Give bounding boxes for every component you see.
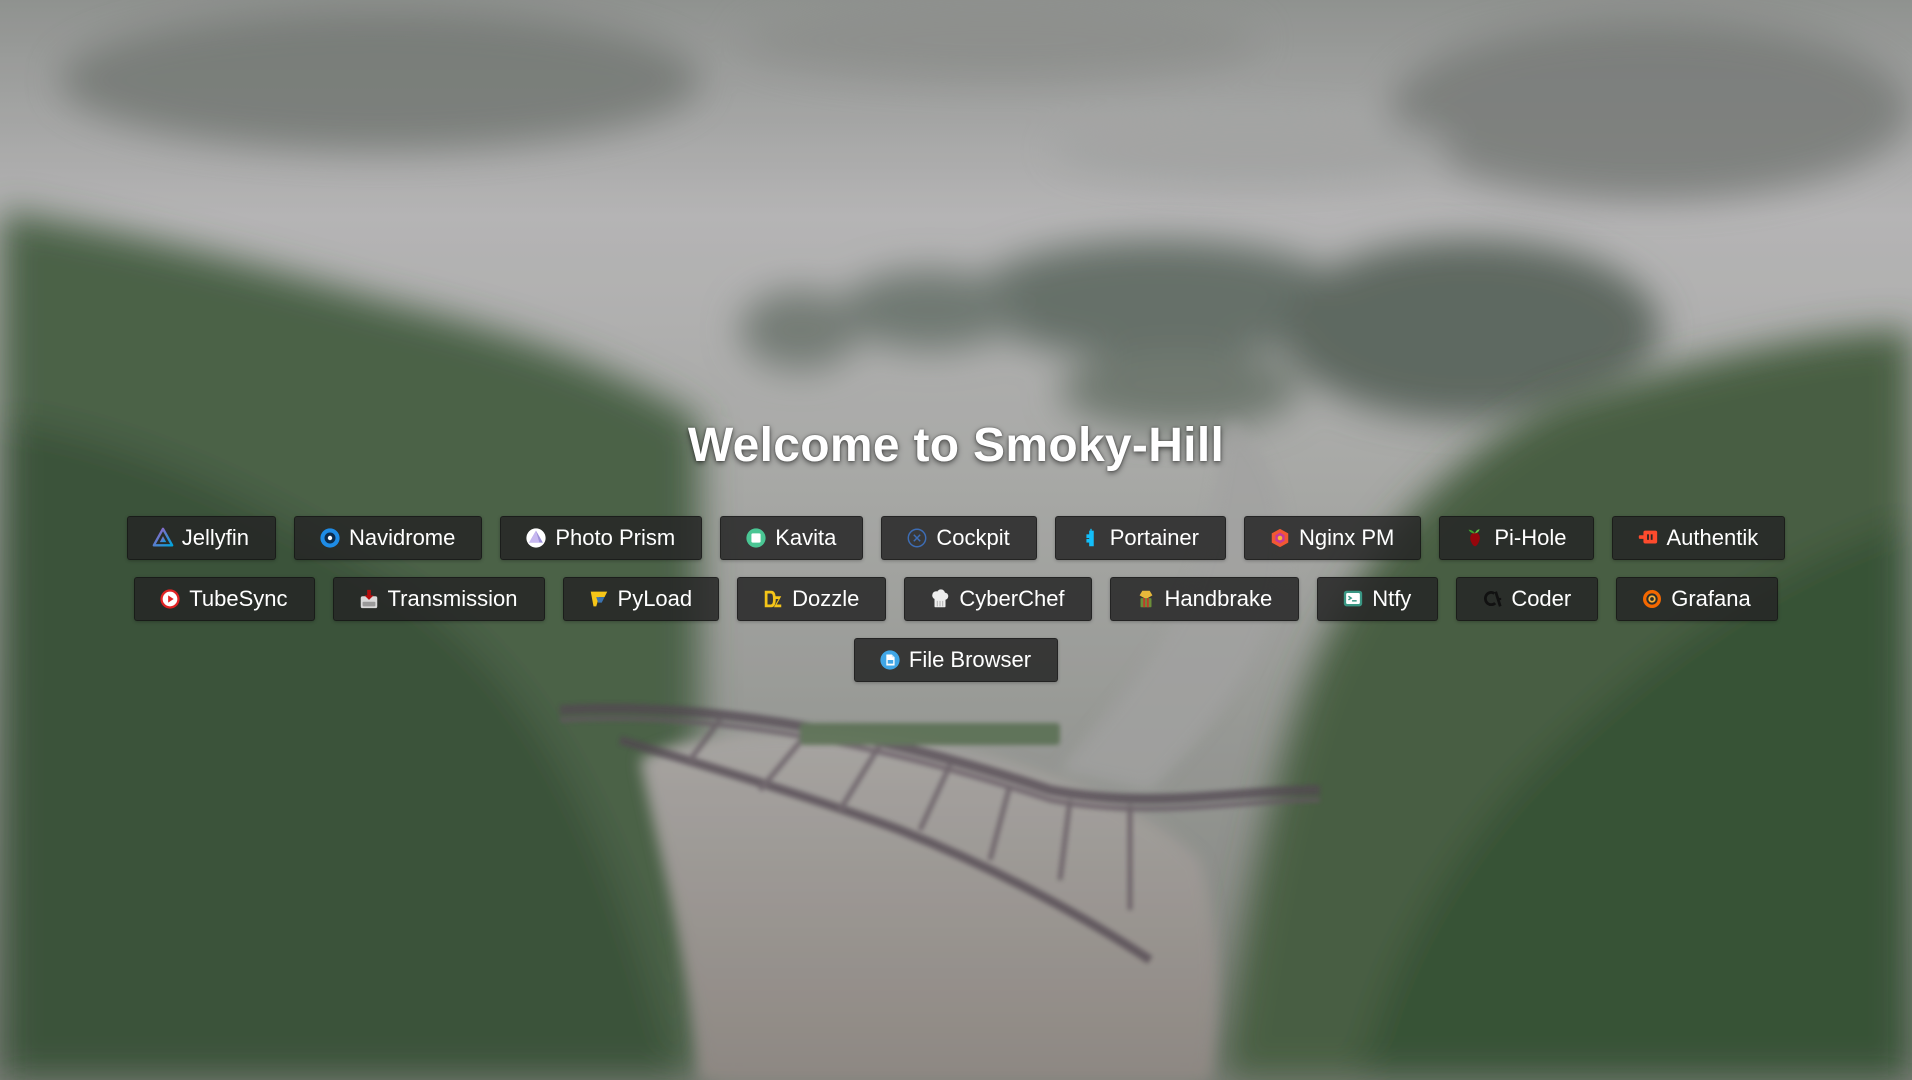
app-label: Photo Prism: [555, 525, 676, 550]
app-label: Pi-Hole: [1494, 525, 1567, 550]
app-label: Grafana: [1671, 586, 1751, 611]
coder-icon: [1481, 588, 1503, 610]
app-link-pyload[interactable]: PyLoad: [562, 577, 720, 621]
app-label: Dozzle: [792, 586, 860, 611]
transmission-icon: [358, 588, 380, 610]
app-link-transmission[interactable]: Transmission: [332, 577, 545, 621]
photoprism-icon: [525, 527, 547, 549]
app-label: TubeSync: [189, 586, 288, 611]
app-link-ntfy[interactable]: Ntfy: [1317, 577, 1439, 621]
app-link-navidrome[interactable]: Navidrome: [294, 516, 483, 560]
app-link-handbrake[interactable]: Handbrake: [1109, 577, 1300, 621]
app-link-jellyfin[interactable]: Jellyfin: [126, 516, 276, 560]
pihole-icon: [1464, 527, 1486, 549]
cyberchef-icon: [929, 588, 951, 610]
filebrowser-icon: [879, 649, 901, 671]
kavita-icon: [745, 527, 767, 549]
app-link-portainer[interactable]: Portainer: [1054, 516, 1226, 560]
portainer-icon: [1080, 527, 1102, 549]
app-label: Portainer: [1109, 525, 1199, 550]
grafana-icon: [1641, 588, 1663, 610]
cockpit-icon: [906, 527, 928, 549]
app-link-cockpit[interactable]: Cockpit: [881, 516, 1037, 560]
app-label: Kavita: [775, 525, 837, 550]
app-label: Ntfy: [1372, 586, 1412, 611]
main-content: Welcome to Smoky-Hill Jellyfin Navidrome P…: [0, 0, 1912, 1080]
app-label: Cockpit: [936, 525, 1010, 550]
handbrake-icon: [1135, 588, 1157, 610]
app-label: Authentik: [1666, 525, 1759, 550]
app-link-nginx-pm[interactable]: Nginx PM: [1244, 516, 1422, 560]
app-link-tubesync[interactable]: TubeSync: [134, 577, 315, 621]
app-label: Jellyfin: [181, 525, 249, 550]
jellyfin-icon: [152, 527, 174, 549]
app-link-kavita[interactable]: Kavita: [720, 516, 864, 560]
app-link-file-browser[interactable]: File Browser: [853, 638, 1059, 682]
app-link-coder[interactable]: Coder: [1456, 577, 1599, 621]
app-link-cyberchef[interactable]: CyberChef: [904, 577, 1092, 621]
app-grid: Jellyfin Navidrome Photo Prism Kavita Cockpi…: [96, 516, 1816, 682]
app-label: Nginx PM: [1299, 525, 1395, 550]
authentik-icon: [1637, 527, 1659, 549]
nginx-proxy-manager-icon: [1269, 527, 1291, 549]
app-label: Transmission: [387, 586, 518, 611]
dozzle-icon: [762, 588, 784, 610]
pyload-icon: [588, 588, 610, 610]
app-label: Handbrake: [1164, 586, 1273, 611]
app-label: PyLoad: [617, 586, 693, 611]
page-title: Welcome to Smoky-Hill: [687, 419, 1225, 472]
navidrome-icon: [319, 527, 341, 549]
app-label: Coder: [1511, 586, 1572, 611]
app-link-photo-prism[interactable]: Photo Prism: [500, 516, 703, 560]
app-link-grafana[interactable]: Grafana: [1616, 577, 1778, 621]
tubesync-icon: [159, 588, 181, 610]
app-link-authentik[interactable]: Authentik: [1611, 516, 1786, 560]
app-label: Navidrome: [349, 525, 456, 550]
ntfy-icon: [1342, 588, 1364, 610]
app-label: File Browser: [908, 647, 1032, 672]
app-label: CyberChef: [959, 586, 1065, 611]
app-link-pi-hole[interactable]: Pi-Hole: [1439, 516, 1594, 560]
app-link-dozzle[interactable]: Dozzle: [737, 577, 887, 621]
